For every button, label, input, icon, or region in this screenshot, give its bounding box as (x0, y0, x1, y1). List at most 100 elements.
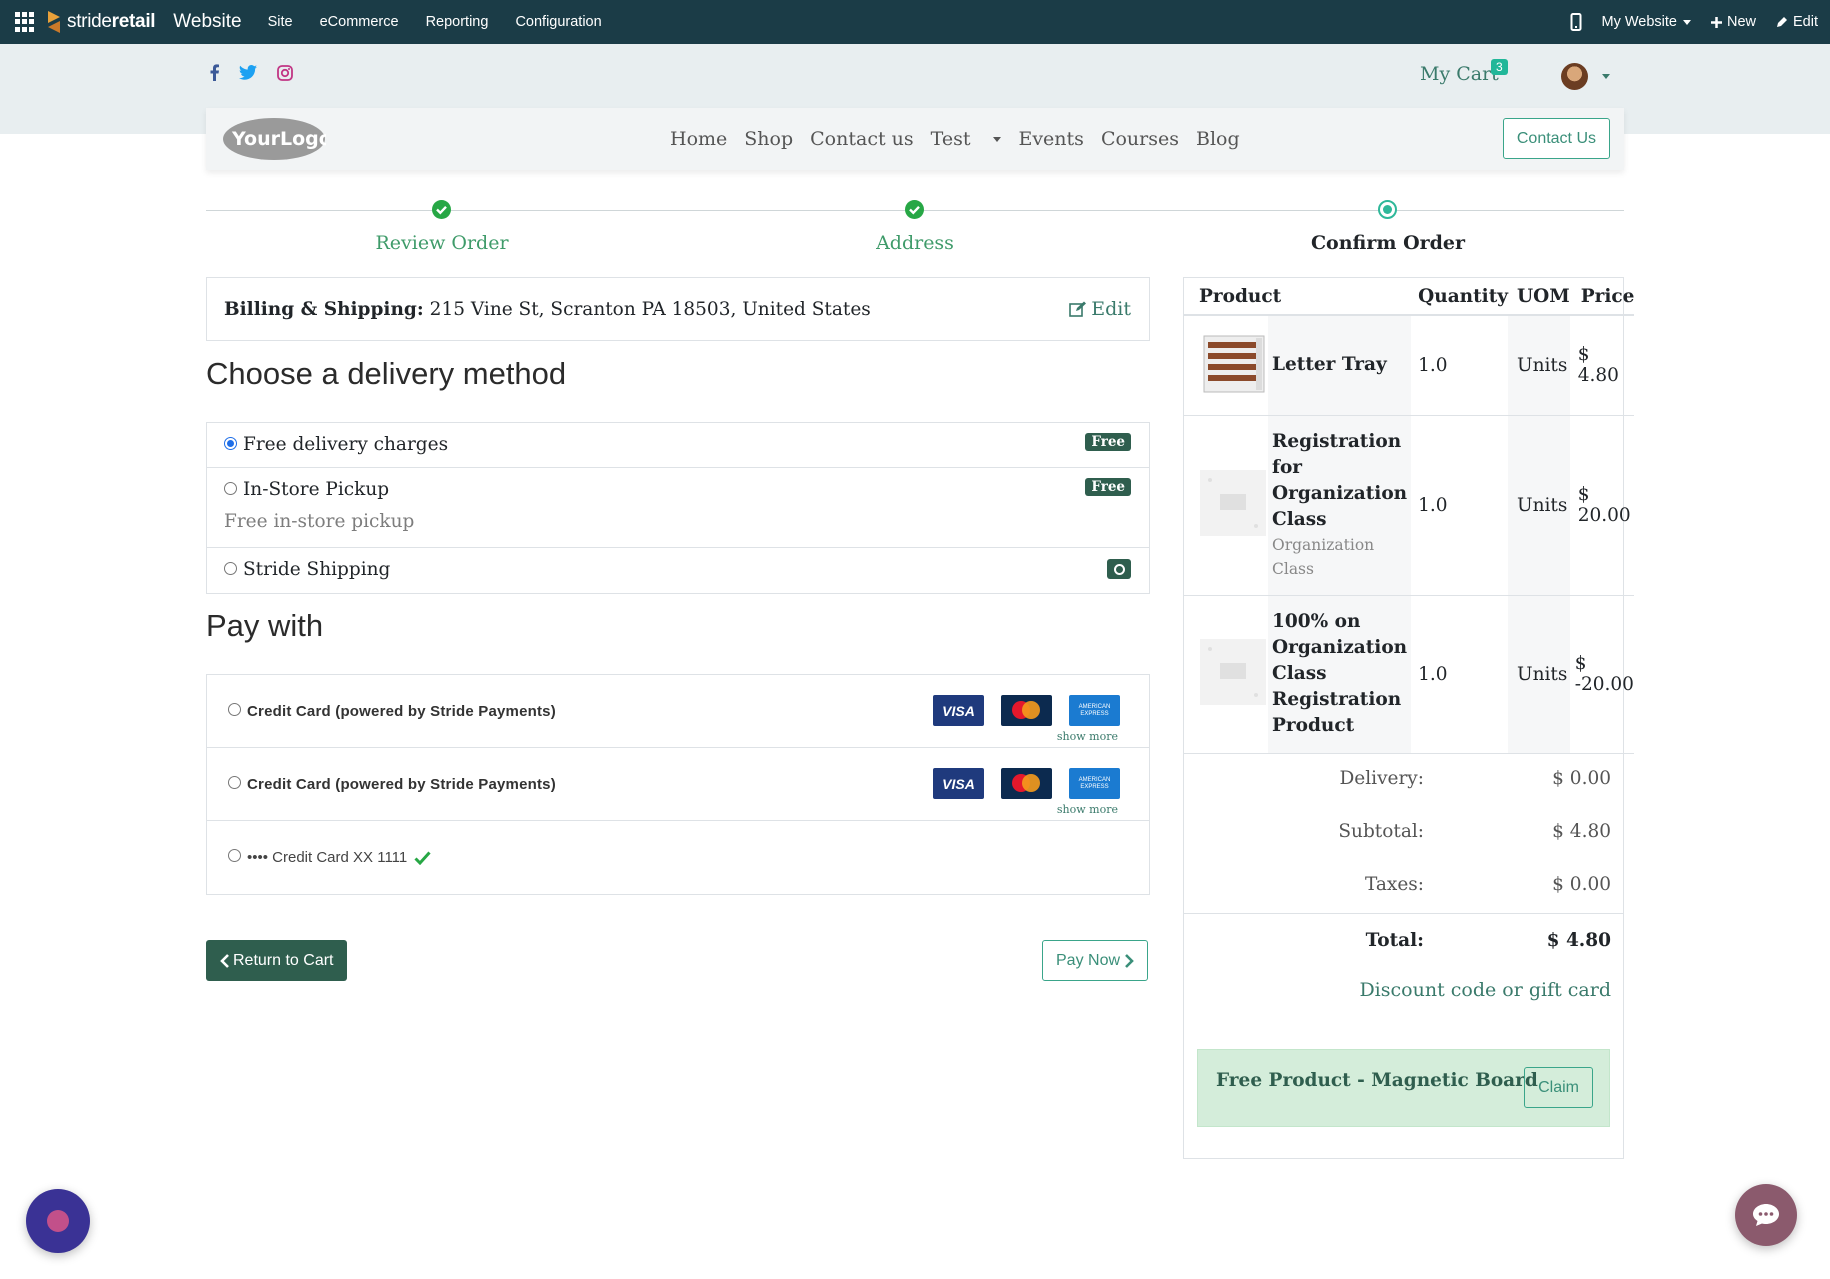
delivery-option-label: Free delivery charges (243, 434, 449, 455)
table-row: Registration for Organization Class Orga… (1184, 415, 1635, 596)
delivery-option-instore[interactable]: In-Store Pickup Free Free in-store picku… (207, 468, 1149, 548)
nav-shop[interactable]: Shop (744, 128, 793, 150)
nav-blog[interactable]: Blog (1196, 128, 1240, 150)
delivery-radio-free[interactable] (224, 436, 237, 450)
delivery-section-title: Choose a delivery method (206, 356, 567, 391)
visa-card-icon: VISA (933, 695, 984, 726)
current-app-title: Website (173, 11, 242, 32)
admin-menu-site[interactable]: Site (268, 14, 293, 30)
mastercard-icon (1001, 768, 1052, 799)
my-cart-link[interactable]: My Cart 3 (1420, 59, 1508, 85)
product-quantity: 1.0 (1411, 415, 1508, 596)
contact-us-button[interactable]: Contact Us (1502, 118, 1610, 159)
delivery-option-label: Stride Shipping (243, 559, 391, 580)
taxes-row: Taxes: $ 0.00 (1184, 860, 1623, 913)
subtotal-label: Subtotal: (1338, 821, 1424, 842)
taxes-label: Taxes: (1364, 874, 1424, 895)
nav-home[interactable]: Home (670, 128, 727, 150)
return-to-cart-button[interactable]: Return to Cart (206, 940, 348, 981)
delivery-option-free[interactable]: Free delivery charges Free (207, 423, 1149, 468)
nav-events[interactable]: Events (1018, 128, 1083, 150)
admin-menu-ecommerce[interactable]: eCommerce (320, 14, 399, 30)
pay-now-label: Pay Now (1056, 951, 1121, 969)
product-placeholder-image[interactable] (1198, 637, 1268, 707)
new-button-label: New (1726, 14, 1756, 30)
product-subtitle: Organization Class (1272, 536, 1375, 578)
payment-option-saved-card[interactable]: •••• Credit Card XX 1111 (207, 821, 1149, 894)
assistant-bubble-button[interactable] (26, 1189, 90, 1253)
chevron-down-icon[interactable] (1602, 74, 1610, 79)
chevron-right-icon (1125, 953, 1134, 968)
site-navbar: YourLogo Home Shop Contact us Test Event… (206, 108, 1624, 170)
chat-icon (1753, 1204, 1779, 1226)
site-logo[interactable]: YourLogo (222, 116, 326, 162)
letter-tray-image[interactable] (1198, 328, 1268, 398)
twitter-icon[interactable] (239, 65, 257, 80)
admin-menu-reporting[interactable]: Reporting (426, 14, 489, 30)
new-button[interactable]: New (1710, 14, 1756, 30)
nav-courses[interactable]: Courses (1101, 128, 1179, 150)
edit-address-link[interactable]: Edit (1069, 298, 1131, 320)
assistant-dot-icon (47, 1210, 69, 1232)
order-lines-table: Product Quantity UOM Price Letter Tray 1… (1184, 278, 1635, 754)
payment-option-card-1[interactable]: Credit Card (powered by Stride Payments)… (207, 675, 1149, 748)
product-thumbnail-cell (1184, 595, 1268, 754)
delivery-radio-stride[interactable] (224, 561, 237, 575)
admin-menu: Site eCommerce Reporting Configuration (268, 14, 629, 30)
step-address[interactable]: Address (805, 232, 1025, 254)
live-chat-button[interactable] (1735, 1184, 1797, 1246)
amex-card-icon: AMERICAN EXPRESS (1069, 768, 1120, 799)
admin-menu-configuration[interactable]: Configuration (515, 14, 601, 30)
show-more-link[interactable]: show more (1057, 730, 1118, 743)
user-avatar[interactable] (1561, 63, 1588, 90)
column-header-price: Price (1569, 278, 1635, 316)
product-uom: Units (1508, 415, 1570, 596)
step-review-order[interactable]: Review Order (332, 232, 552, 254)
website-selector[interactable]: My Website (1602, 14, 1691, 30)
mobile-preview-icon[interactable] (1570, 13, 1582, 31)
edit-address-label: Edit (1091, 298, 1131, 320)
payment-option-card-2[interactable]: Credit Card (powered by Stride Payments)… (207, 748, 1149, 821)
column-header-product: Product (1184, 278, 1412, 316)
admin-top-bar: strideretail Website Site eCommerce Repo… (0, 0, 1830, 44)
promo-text: Free Product - Magnetic Board (1216, 1070, 1538, 1091)
product-thumbnail-cell (1184, 315, 1268, 416)
cart-count-badge: 3 (1491, 59, 1508, 75)
brand-logo[interactable]: strideretail (44, 9, 156, 35)
payment-radio-card-2[interactable] (228, 775, 241, 789)
saved-card-label: •••• Credit Card XX 1111 (247, 849, 408, 866)
total-row: Total: $ 4.80 (1184, 913, 1623, 966)
payment-radio-saved-card[interactable] (228, 849, 241, 862)
free-product-promo: Free Product - Magnetic Board Claim (1197, 1049, 1610, 1127)
product-placeholder-image[interactable] (1198, 468, 1268, 538)
billing-label: Billing & Shipping: (224, 298, 424, 320)
loading-spinner-icon (1107, 559, 1131, 579)
delivery-total-row: Delivery: $ 0.00 (1184, 754, 1623, 807)
pay-now-button[interactable]: Pay Now (1042, 940, 1149, 981)
nav-test-dropdown[interactable]: Test (931, 128, 1002, 150)
instagram-icon[interactable] (277, 64, 293, 81)
delivery-methods: Free delivery charges Free In-Store Pick… (206, 422, 1150, 594)
nav-contact-us[interactable]: Contact us (810, 128, 913, 150)
total-value: $ 4.80 (1546, 930, 1611, 951)
edit-button[interactable]: Edit (1776, 14, 1818, 30)
show-more-link[interactable]: show more (1057, 803, 1118, 816)
amex-card-icon: AMERICAN EXPRESS (1069, 695, 1120, 726)
product-name: 100% on Organization Class Registration … (1268, 595, 1412, 754)
product-price: $ 20.00 (1569, 415, 1635, 596)
return-to-cart-label: Return to Cart (233, 951, 334, 969)
payment-radio-card-1[interactable] (228, 702, 241, 716)
claim-button[interactable]: Claim (1524, 1067, 1593, 1108)
plus-icon (1710, 16, 1722, 28)
delivery-radio-instore[interactable] (224, 481, 237, 495)
discount-code-link[interactable]: Discount code or gift card (1359, 979, 1611, 1001)
billing-address: 215 Vine St, Scranton PA 18503, United S… (429, 298, 871, 320)
table-row: Letter Tray 1.0 Units $ 4.80 (1184, 315, 1635, 416)
apps-grid-icon[interactable] (15, 12, 35, 32)
delivery-option-description: Free in-store pickup (224, 511, 415, 532)
chevron-left-icon (220, 953, 229, 968)
delivery-option-stride[interactable]: Stride Shipping (207, 548, 1149, 593)
column-header-uom: UOM (1508, 278, 1570, 316)
website-selector-label: My Website (1601, 14, 1677, 30)
facebook-icon[interactable] (210, 64, 219, 81)
